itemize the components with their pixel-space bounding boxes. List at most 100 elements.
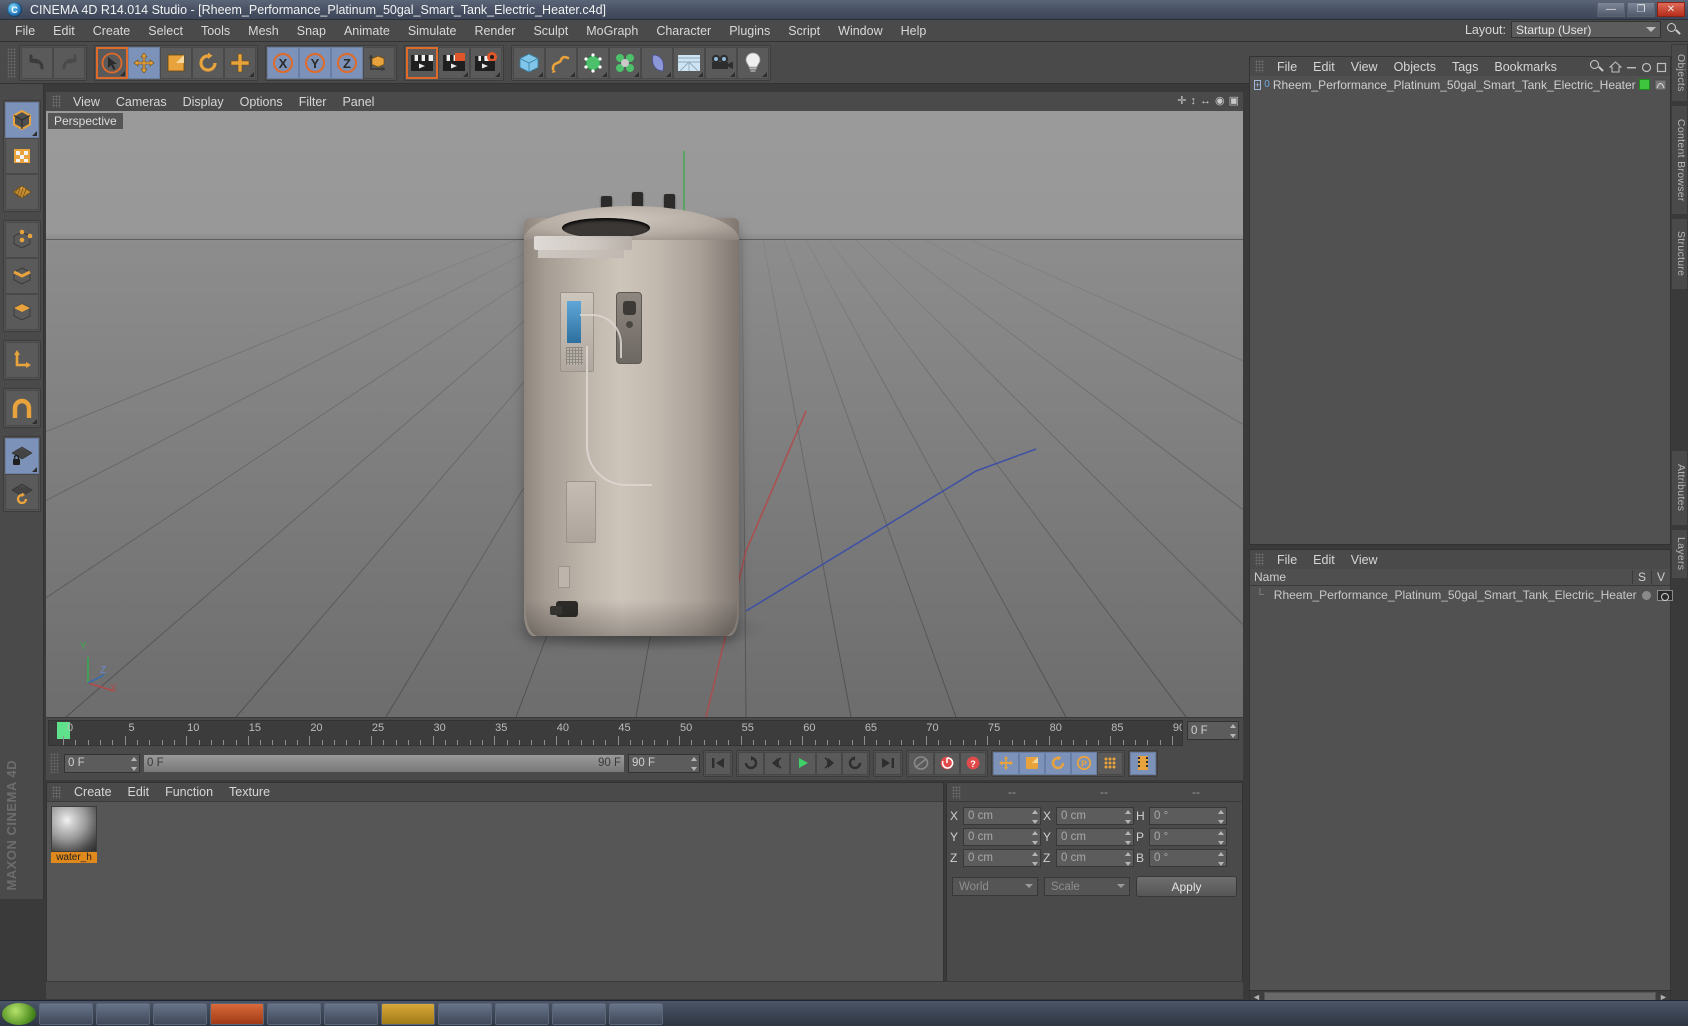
layer-row[interactable]: └ Rheem_Performance_Platinum_50gal_Smart… [1250, 586, 1673, 604]
toolbar-grip[interactable] [7, 47, 16, 78]
material-sphere-preview[interactable] [51, 806, 97, 852]
layer-menu-view[interactable]: View [1343, 552, 1386, 568]
layer-color-swatch[interactable] [1638, 79, 1650, 90]
position-z-field[interactable]: 0 cm [963, 849, 1041, 867]
solo-dot-icon[interactable] [1641, 590, 1651, 600]
add-tool[interactable] [224, 46, 256, 79]
position-y-spinner[interactable] [1031, 831, 1038, 845]
layer-manager-list[interactable]: └ Rheem_Performance_Platinum_50gal_Smart… [1250, 586, 1673, 996]
material-menu-edit[interactable]: Edit [120, 784, 158, 800]
axis-modification[interactable] [4, 342, 39, 378]
point-level-animation-button[interactable] [1097, 751, 1123, 775]
menu-create[interactable]: Create [84, 22, 140, 40]
move-tool[interactable] [128, 46, 160, 79]
position-y-field[interactable]: 0 cm [963, 828, 1041, 846]
taskbar-item-9[interactable] [495, 1002, 549, 1025]
world-object-coordinates[interactable] [363, 46, 395, 79]
viewport-menu-panel[interactable]: Panel [334, 94, 382, 110]
maximize-button[interactable]: ❐ [1627, 2, 1655, 17]
menu-simulate[interactable]: Simulate [399, 22, 466, 40]
render-region-button[interactable] [438, 46, 470, 79]
size-y-field[interactable]: 0 cm [1056, 828, 1134, 846]
menu-character[interactable]: Character [647, 22, 720, 40]
menu-mograph[interactable]: MoGraph [577, 22, 647, 40]
redo-button[interactable] [53, 46, 85, 79]
undo-button[interactable] [21, 46, 53, 79]
add-environment-object[interactable] [673, 46, 705, 79]
timeline-ruler[interactable]: 0 5 10 15 20 25 30 35 40 45 50 55 60 65 70 75 80 85 90 [48, 720, 1183, 746]
live-selection-tool[interactable] [96, 46, 128, 79]
go-to-end-button[interactable] [875, 751, 901, 775]
material-list-area[interactable]: water_h [47, 802, 943, 996]
render-view-button[interactable] [406, 46, 438, 79]
record-rotation-button[interactable] [1045, 751, 1071, 775]
point-mode[interactable] [4, 222, 39, 258]
add-light-object[interactable] [737, 46, 769, 79]
polygon-mode[interactable] [4, 294, 39, 330]
viewport-menu-options[interactable]: Options [232, 94, 291, 110]
record-position-button[interactable] [993, 751, 1019, 775]
taskbar-item-3[interactable] [153, 1002, 207, 1025]
enable-snapping[interactable] [4, 390, 39, 426]
taskbar-item-11[interactable] [609, 1002, 663, 1025]
position-z-spinner[interactable] [1031, 852, 1038, 866]
rotation-p-spinner[interactable] [1217, 831, 1224, 845]
viewport-menu-display[interactable]: Display [175, 94, 232, 110]
material-manager-grip[interactable] [52, 785, 61, 799]
apply-button[interactable]: Apply [1136, 876, 1237, 897]
material-menu-function[interactable]: Function [157, 784, 221, 800]
tab-layers[interactable]: Layers [1671, 529, 1688, 579]
add-generator-object[interactable] [577, 46, 609, 79]
viewport-grip[interactable] [52, 95, 61, 108]
object-menu-objects[interactable]: Objects [1386, 59, 1444, 75]
circle-icon[interactable] [1641, 62, 1652, 73]
taskbar-item-1[interactable] [39, 1002, 93, 1025]
object-menu-view[interactable]: View [1343, 59, 1386, 75]
step-forward-button[interactable] [816, 751, 842, 775]
step-back-button[interactable] [764, 751, 790, 775]
object-menu-edit[interactable]: Edit [1305, 59, 1343, 75]
tab-attributes[interactable]: Attributes [1671, 450, 1688, 526]
timeline-frame-field[interactable]: 0 F [1187, 721, 1239, 740]
square-icon[interactable] [1656, 62, 1667, 73]
move-view-icon[interactable]: ↔ [1200, 95, 1211, 107]
rotation-b-field[interactable]: 0 ° [1149, 849, 1227, 867]
menu-edit[interactable]: Edit [44, 22, 84, 40]
size-y-spinner[interactable] [1124, 831, 1131, 845]
material-menu-create[interactable]: Create [66, 784, 120, 800]
end-frame-spinner[interactable] [690, 756, 697, 771]
add-spline-object[interactable] [545, 46, 577, 79]
add-mograph-object[interactable] [609, 46, 641, 79]
maximize-view-icon[interactable]: ▣ [1229, 94, 1239, 107]
menu-sculpt[interactable]: Sculpt [524, 22, 577, 40]
add-deformer-object[interactable] [641, 46, 673, 79]
start-button[interactable] [2, 1002, 36, 1025]
menu-script[interactable]: Script [779, 22, 829, 40]
scale-tool[interactable] [160, 46, 192, 79]
taskbar-item-7[interactable] [381, 1002, 435, 1025]
timeline-frame-spinner[interactable] [1229, 724, 1236, 738]
coordinates-grip[interactable] [952, 785, 961, 799]
size-x-field[interactable]: 0 cm [1056, 807, 1134, 825]
position-x-spinner[interactable] [1031, 810, 1038, 824]
viewport-menu-filter[interactable]: Filter [291, 94, 335, 110]
workplane-rotate[interactable] [4, 474, 39, 510]
menu-plugins[interactable]: Plugins [720, 22, 779, 40]
rotation-h-spinner[interactable] [1217, 810, 1224, 824]
expand-plus-icon[interactable]: + [1254, 79, 1262, 90]
object-menu-file[interactable]: File [1269, 59, 1305, 75]
layer-menu-edit[interactable]: Edit [1305, 552, 1343, 568]
preview-range-slider[interactable]: 0 F 90 F [143, 753, 625, 773]
workplane-lock[interactable] [4, 438, 39, 474]
lock-y-axis[interactable]: Y [299, 46, 331, 79]
search-icon[interactable] [1589, 59, 1605, 75]
taskbar-item-4[interactable] [210, 1002, 264, 1025]
taskbar-item-5[interactable] [267, 1002, 321, 1025]
render-settings-button[interactable] [470, 46, 502, 79]
autokeying-button[interactable] [908, 751, 934, 775]
add-camera-object[interactable] [705, 46, 737, 79]
end-frame-field[interactable]: 90 F [628, 753, 700, 773]
keyframe-selection-button[interactable]: ? [960, 751, 986, 775]
zoom-view-icon[interactable]: ↕ [1190, 95, 1196, 107]
current-frame-field[interactable]: 0 F [64, 753, 140, 773]
